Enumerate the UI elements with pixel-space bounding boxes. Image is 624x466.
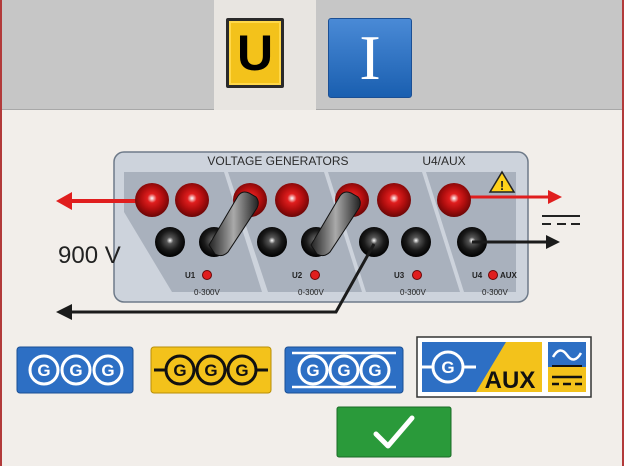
- svg-text:AUX: AUX: [485, 367, 536, 394]
- arrow-right-icon: [548, 190, 562, 204]
- svg-text:G: G: [204, 361, 217, 380]
- led-u3: [412, 270, 422, 280]
- confirm-button[interactable]: [336, 406, 452, 458]
- svg-text:G: G: [69, 361, 82, 380]
- svg-text:U3: U3: [394, 271, 405, 280]
- svg-text:U2: U2: [292, 271, 303, 280]
- config-parallel-button[interactable]: G G G: [284, 346, 404, 394]
- svg-text:0-300V: 0-300V: [482, 288, 508, 297]
- svg-text:U1: U1: [185, 271, 196, 280]
- dc-symbol-icon: [542, 215, 580, 225]
- arrow-right-icon: [546, 235, 560, 249]
- svg-text:0-300V: 0-300V: [400, 288, 426, 297]
- config-separate-button[interactable]: G G G: [16, 346, 134, 394]
- arrow-left-icon: [56, 192, 72, 210]
- ac-dc-icon: [548, 342, 586, 392]
- svg-text:G: G: [173, 361, 186, 380]
- svg-text:U4: U4: [472, 271, 483, 280]
- svg-text:!: !: [500, 178, 504, 193]
- led-u2: [310, 270, 320, 280]
- svg-text:AUX: AUX: [500, 271, 518, 280]
- svg-text:G: G: [337, 361, 350, 380]
- config-series-button[interactable]: G G G: [150, 346, 272, 394]
- svg-text:G: G: [368, 361, 381, 380]
- panel-title: VOLTAGE GENERATORS: [207, 154, 348, 168]
- aux-option-group[interactable]: G AUX: [416, 336, 592, 398]
- return-arrow-icon: [56, 304, 72, 320]
- svg-text:G: G: [306, 361, 319, 380]
- svg-text:G: G: [101, 361, 114, 380]
- svg-text:0-300V: 0-300V: [298, 288, 324, 297]
- svg-text:G: G: [235, 361, 248, 380]
- led-u4: [488, 270, 498, 280]
- output-voltage: 900 V: [58, 242, 121, 269]
- svg-text:G: G: [441, 358, 454, 377]
- svg-text:G: G: [37, 361, 50, 380]
- app-window: U I VOLTAGE GENERATORS U4/AUX ! 900 V U1…: [0, 0, 624, 466]
- svg-text:0-300V: 0-300V: [194, 288, 220, 297]
- led-u1: [202, 270, 212, 280]
- aux-title: U4/AUX: [422, 154, 465, 168]
